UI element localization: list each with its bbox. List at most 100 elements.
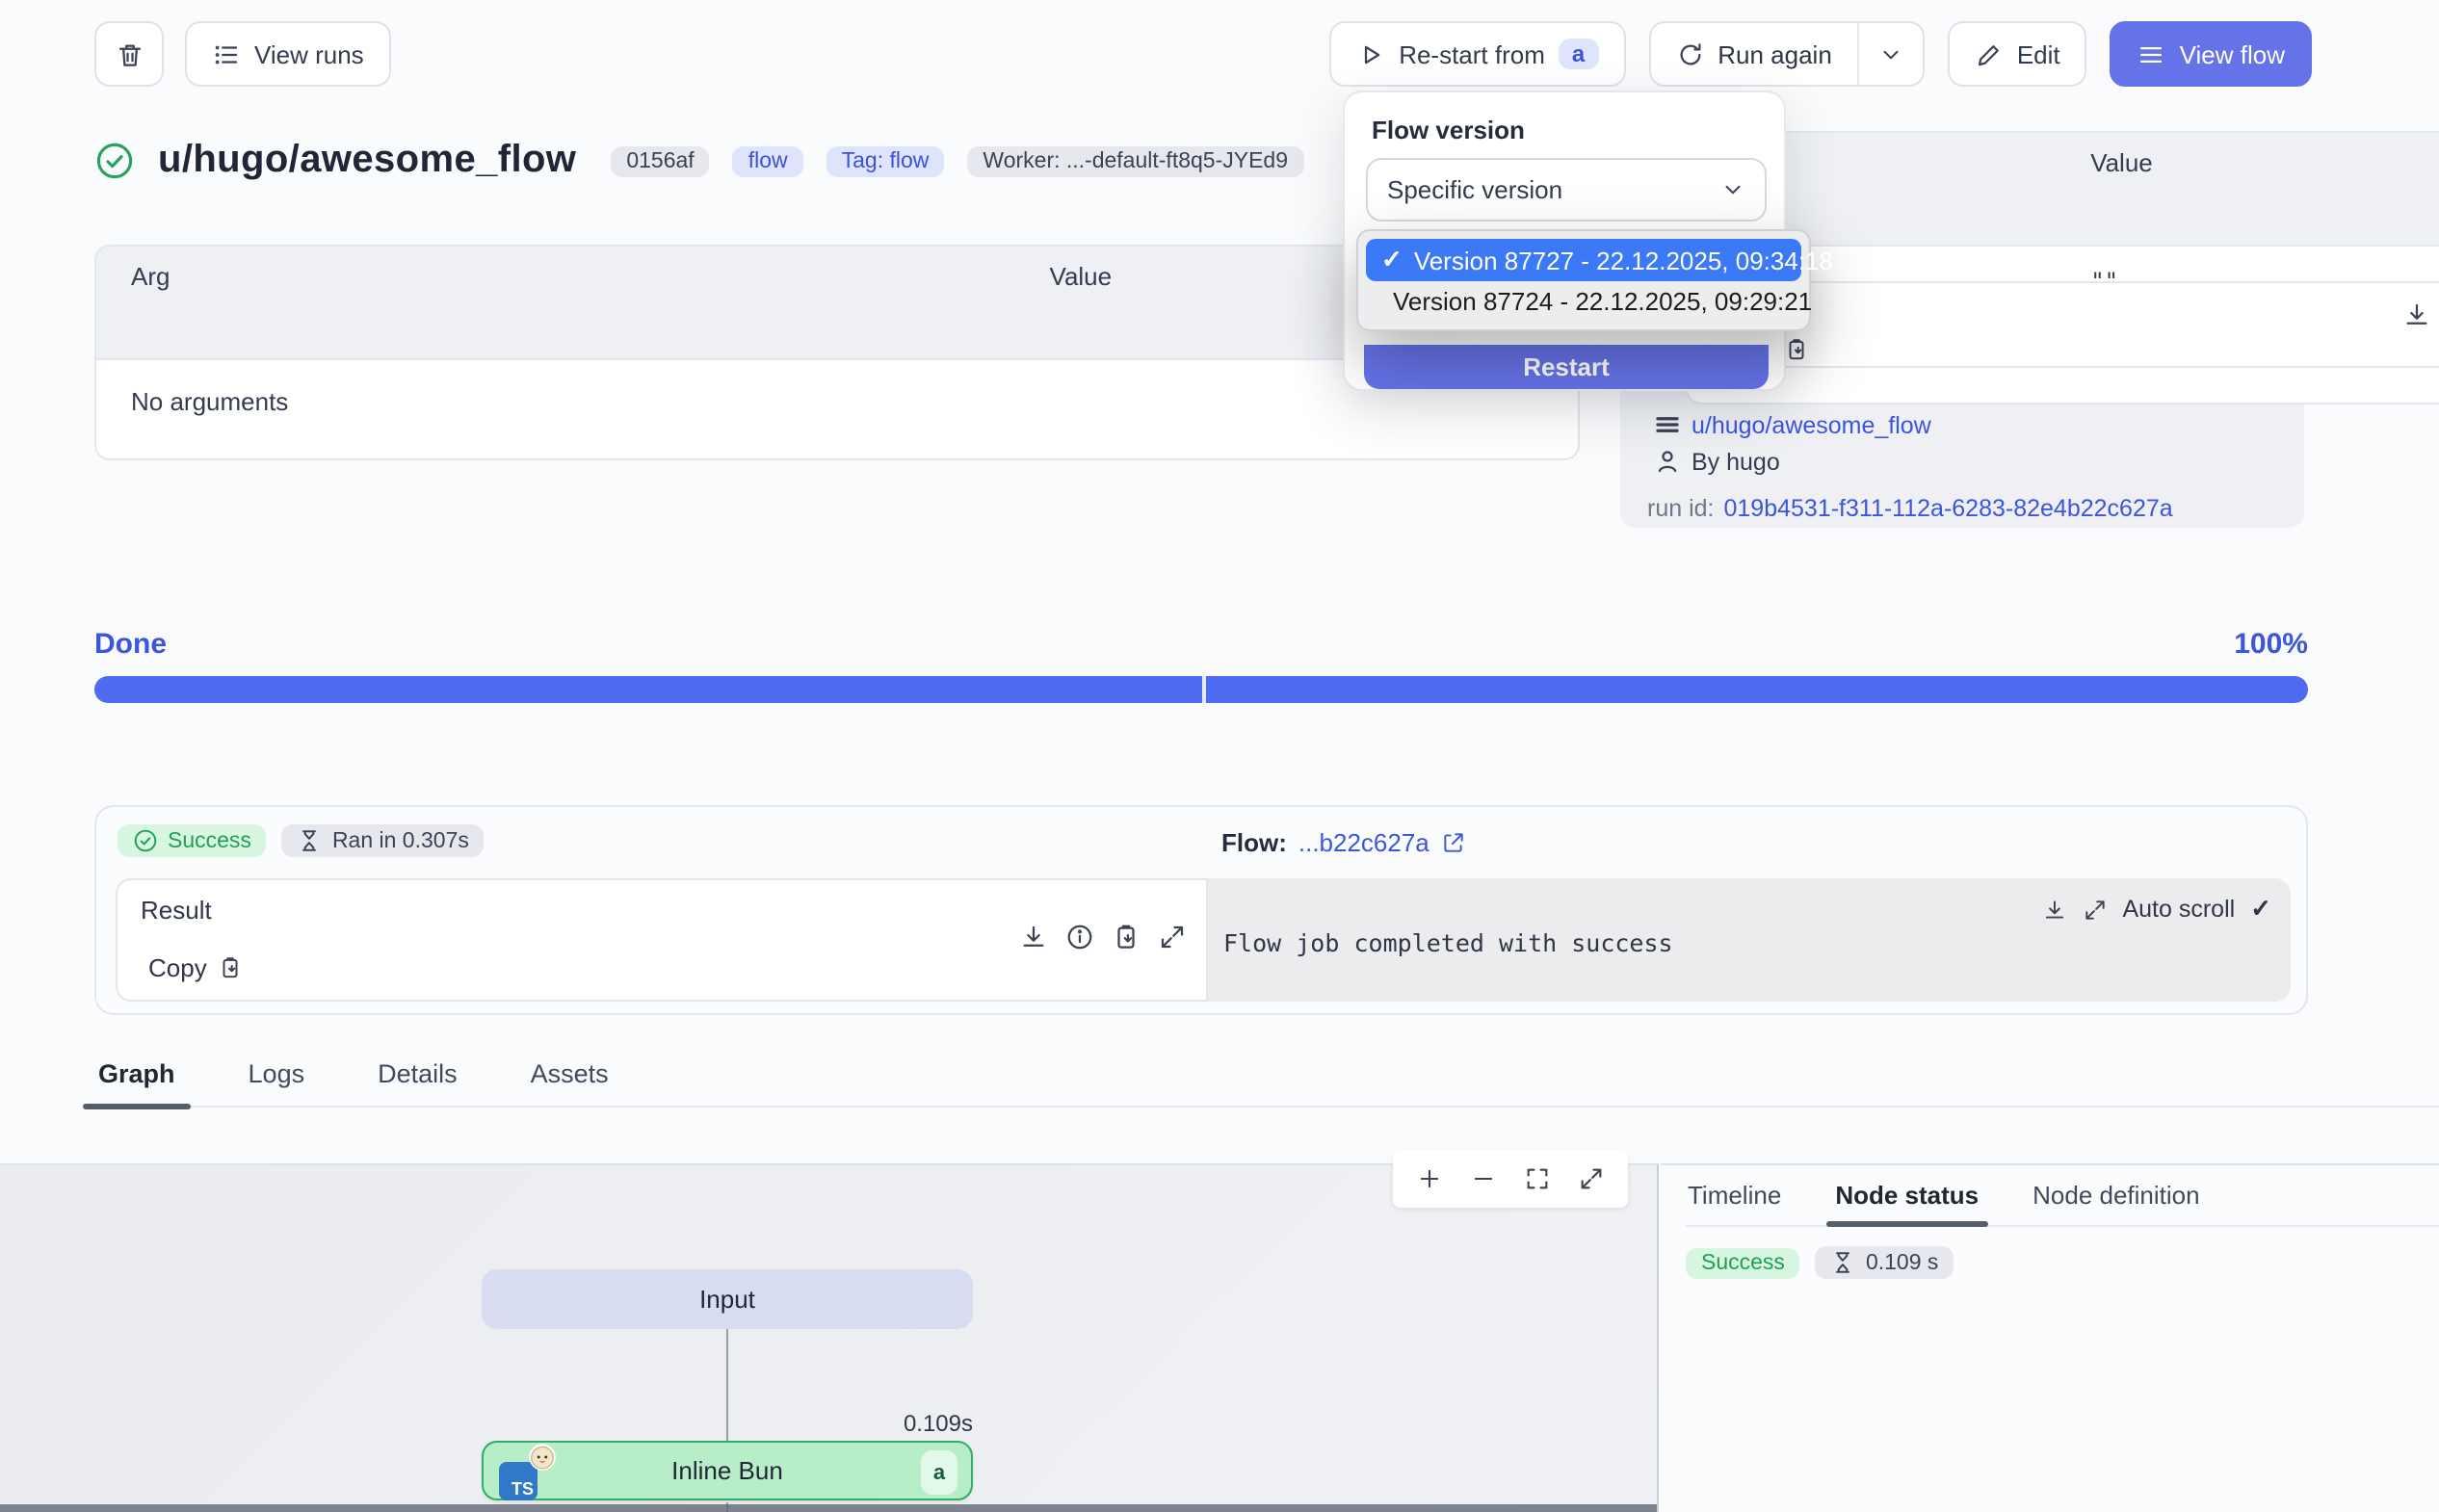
fit-view-icon[interactable] — [1524, 1165, 1551, 1192]
status-badge: Success — [118, 824, 267, 857]
run-again-caret-button[interactable] — [1857, 23, 1923, 85]
run-again-label: Run again — [1718, 39, 1832, 68]
step-node-label: Inline Bun — [671, 1456, 783, 1485]
result-title: Result — [141, 896, 212, 925]
node-duration-label: 0.109s — [780, 1410, 973, 1437]
version-select-value: Specific version — [1387, 175, 1562, 204]
download-icon[interactable] — [2402, 300, 2431, 329]
bun-icon — [528, 1443, 557, 1472]
title-row: u/hugo/awesome_flow 0156af flow Tag: flo… — [94, 139, 1303, 183]
graph-node-input[interactable]: Input — [482, 1269, 973, 1329]
progress-percent: 100% — [2234, 628, 2308, 661]
graph-zoom-toolbar — [1393, 1150, 1628, 1208]
tab-details[interactable]: Details — [374, 1056, 461, 1106]
tab-logs[interactable]: Logs — [245, 1056, 309, 1106]
run-id-link[interactable]: 019b4531-f311-112a-6283-82e4b22c627a — [1724, 495, 2173, 522]
fullscreen-icon[interactable] — [1578, 1165, 1605, 1192]
graph-node-inline-bun[interactable]: TS Inline Bun a — [482, 1441, 973, 1500]
version-option[interactable]: Version 87724 - 22.12.2025, 09:29:21 — [1366, 281, 1801, 322]
tab-node-definition[interactable]: Node definition — [2031, 1177, 2201, 1225]
flow-path-row: u/hugo/awesome_flow — [1653, 410, 1931, 439]
info-icon[interactable] — [1065, 923, 1094, 952]
kind-badge: flow — [733, 145, 803, 176]
edit-button[interactable]: Edit — [1948, 21, 2087, 87]
language-icon-wrap: TS — [499, 1450, 557, 1500]
graph-edge — [726, 1502, 728, 1512]
clipboard-icon — [1785, 337, 1810, 362]
list-icon — [212, 39, 241, 68]
restart-button[interactable]: Restart — [1364, 345, 1769, 389]
restart-from-label: Re-start from — [1399, 39, 1545, 68]
duration-badge: Ran in 0.307s — [282, 824, 485, 857]
version-option-selected[interactable]: ✓ Version 87727 - 22.12.2025, 09:34:18 — [1366, 239, 1801, 281]
page-title: u/hugo/awesome_flow — [158, 139, 576, 183]
view-flow-button[interactable]: View flow — [2111, 21, 2312, 87]
download-icon[interactable] — [2041, 897, 2066, 922]
tab-graph[interactable]: Graph — [94, 1056, 179, 1106]
node-panel-tabs: Timeline Node status Node definition — [1686, 1177, 2439, 1227]
flow-version-label: Flow version — [1372, 116, 1525, 144]
external-link-icon — [1441, 830, 1466, 855]
progress-step-divider — [1201, 676, 1205, 703]
main-tabs: Graph Logs Details Assets — [94, 1056, 2439, 1108]
result-box: Result Copy — [116, 878, 1208, 1002]
tab-timeline[interactable]: Timeline — [1686, 1177, 1783, 1225]
progress-status: Done — [94, 628, 167, 661]
view-flow-label: View flow — [2180, 39, 2285, 68]
graph-edge — [726, 1329, 728, 1441]
run-id-row: run id: 019b4531-f311-112a-6283-82e4b22c… — [1647, 495, 2173, 522]
restart-from-button[interactable]: Re-start from a — [1329, 21, 1625, 87]
clipboard-icon[interactable] — [1112, 923, 1141, 952]
version-select[interactable]: Specific version — [1366, 158, 1767, 222]
version-dropdown-menu: ✓ Version 87727 - 22.12.2025, 09:34:18 V… — [1356, 229, 1811, 331]
tag-badge: Tag: flow — [826, 145, 945, 176]
edit-label: Edit — [2017, 39, 2060, 68]
flow-log-text: Flow job completed with success — [1223, 928, 1673, 957]
view-runs-button[interactable]: View runs — [185, 21, 391, 87]
menu-lines-icon — [2137, 39, 2166, 68]
download-icon[interactable] — [1019, 923, 1048, 952]
success-check-icon — [94, 141, 135, 181]
node-detail-panel: Timeline Node status Node definition Suc… — [1661, 1163, 2439, 1512]
expand-icon[interactable] — [1158, 923, 1187, 952]
tab-node-status[interactable]: Node status — [1833, 1177, 1980, 1225]
chevron-down-icon — [1878, 41, 1903, 66]
restart-from-step-badge: a — [1559, 39, 1598, 69]
flow-log-box: Auto scroll ✓ Flow job completed with su… — [1208, 878, 2291, 1002]
pencil-icon — [1975, 39, 2004, 68]
play-icon — [1356, 39, 1385, 68]
zoom-in-icon[interactable] — [1416, 1165, 1443, 1192]
flow-run-page: View runs Re-start from a Run again Ed — [0, 0, 2439, 1512]
auto-scroll-check-icon: ✓ — [2250, 894, 2271, 925]
clipboard-icon — [219, 955, 244, 980]
view-runs-label: View runs — [254, 39, 364, 68]
run-id-label: run id: — [1647, 495, 1715, 522]
author-label: By hugo — [1692, 448, 1780, 475]
expand-icon[interactable] — [2082, 897, 2107, 922]
flow-path-icon — [1653, 410, 1682, 439]
input-node-label: Input — [699, 1285, 755, 1314]
run-hash-badge: 0156af — [611, 145, 709, 176]
node-duration-badge: 0.109 s — [1816, 1246, 1954, 1279]
author-row: By hugo — [1653, 447, 1780, 476]
tab-assets[interactable]: Assets — [527, 1056, 613, 1106]
zoom-out-icon[interactable] — [1470, 1165, 1497, 1192]
arg-column-header: Arg — [96, 247, 1015, 358]
flow-link-row: Flow: ...b22c627a — [1221, 828, 1466, 857]
chevron-down-icon — [1720, 177, 1745, 202]
progress-bar — [94, 676, 2308, 703]
auto-scroll-label[interactable]: Auto scroll — [2122, 896, 2235, 923]
flow-path-link[interactable]: u/hugo/awesome_flow — [1692, 411, 1931, 438]
delete-run-button[interactable] — [94, 21, 164, 87]
flow-label: Flow: — [1221, 828, 1287, 857]
checkmark-icon: ✓ — [1381, 245, 1403, 275]
flow-graph-pane: Input 0.109s TS Inline Bun a — [0, 1163, 1659, 1512]
run-again-button[interactable]: Run again — [1650, 23, 1857, 85]
flow-progress: Done 100% — [94, 628, 2308, 703]
copy-result-button[interactable]: Copy — [148, 953, 244, 982]
success-check-icon — [133, 828, 158, 853]
hourglass-icon — [298, 828, 323, 853]
top-toolbar: View runs Re-start from a Run again Ed — [94, 19, 2312, 89]
flow-id-link[interactable]: ...b22c627a — [1298, 828, 1429, 857]
node-status-badge: Success — [1686, 1247, 1800, 1278]
